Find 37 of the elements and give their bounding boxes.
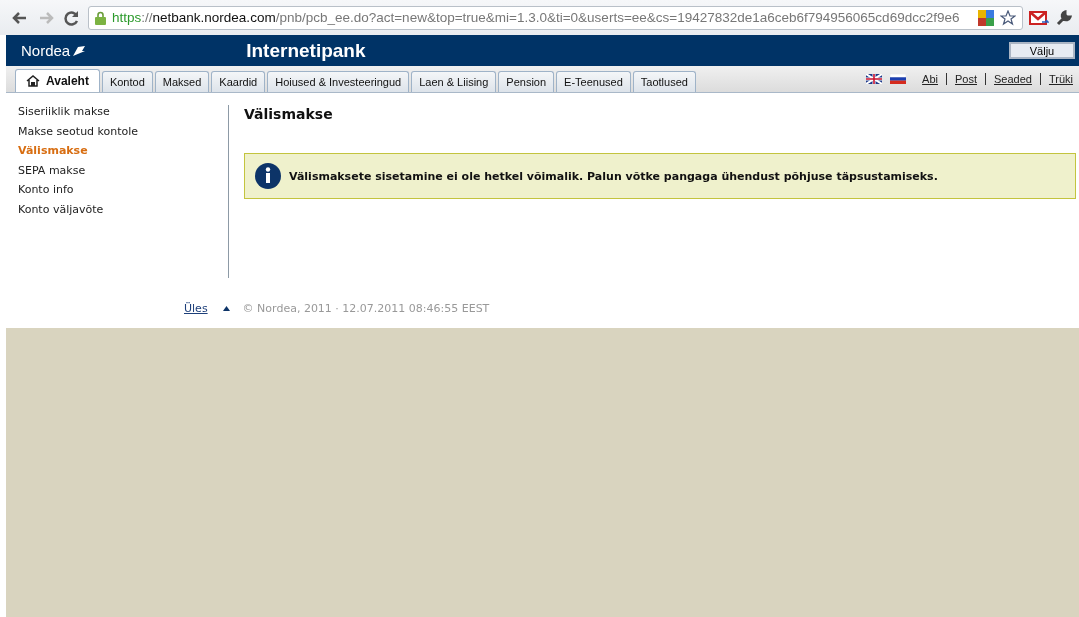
nav-tab[interactable]: Maksed <box>154 71 210 92</box>
nav-tab[interactable]: Laen & Liising <box>411 71 497 92</box>
info-icon <box>255 163 281 189</box>
address-bar[interactable]: https://netbank.nordea.com/pnb/pcb_ee.do?act=new&top=true&mi=1.3.0&ti=0&userts=ee&cs=19427832de1a6ceb6f794956065cd69dcc2f9e6 <box>88 5 1023 30</box>
copyright-text: © Nordea, 2011 · 12.07.2011 08:46:55 EEST <box>242 302 490 315</box>
russia-flag-icon[interactable] <box>890 74 907 84</box>
page-heading: Välismakse <box>244 106 334 122</box>
nav-tab[interactable]: Taotlused <box>632 71 696 92</box>
logout-button[interactable]: Välju <box>1009 42 1075 59</box>
header-link[interactable]: Post <box>955 73 977 85</box>
sidebar-item[interactable]: Konto info <box>18 183 228 198</box>
house-icon <box>26 75 40 87</box>
star-icon[interactable] <box>1000 9 1016 26</box>
nordea-logo[interactable]: Nordea <box>21 42 87 59</box>
app-title: Internetipank <box>246 39 366 62</box>
nav-tab[interactable]: Avaleht <box>15 69 100 92</box>
back-to-top-link[interactable]: Üles <box>184 302 208 315</box>
extension-icon[interactable] <box>978 9 994 26</box>
sidebar-item[interactable]: Siseriiklik makse <box>18 105 228 120</box>
sidebar-item[interactable]: Konto väljavõte <box>18 202 228 217</box>
nav-tab[interactable]: Kaardid <box>211 71 266 92</box>
sidebar-item[interactable]: SEPA makse <box>18 163 228 178</box>
nav-tab[interactable]: Hoiused & Investeeringud <box>267 71 410 92</box>
header-link[interactable]: Trüki <box>1048 73 1073 85</box>
up-caret-icon <box>222 306 230 311</box>
nav-tab[interactable]: Kontod <box>101 71 153 92</box>
header-link[interactable]: Abi <box>922 73 938 85</box>
mail-icon[interactable] <box>1029 9 1049 26</box>
nav-tab[interactable]: Pension <box>498 71 555 92</box>
notice-text: Välismaksete sisetamine ei ole hetkel võimalik. Palun võtke pangaga ühendust põhjuse täpsustamiseks. <box>289 169 938 183</box>
wrench-icon[interactable] <box>1055 8 1073 27</box>
uk-flag-icon[interactable] <box>866 74 883 84</box>
sidebar-item[interactable]: Makse seotud kontole <box>18 124 228 139</box>
header-link[interactable]: Seaded <box>994 73 1032 85</box>
lock-icon <box>95 10 106 25</box>
nav-tab[interactable]: E-Teenused <box>556 71 631 92</box>
url-text: https://netbank.nordea.com/pnb/pcb_ee.do?act=new&top=true&mi=1.3.0&ti=0&userts=ee&cs=19427832de1a6ceb6f794956065cd69dcc2f9e6 <box>112 10 961 25</box>
